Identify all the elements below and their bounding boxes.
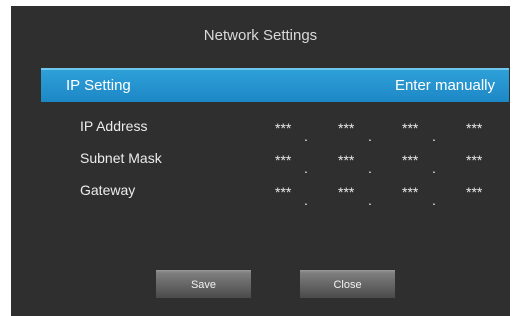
close-button[interactable]: Close bbox=[300, 270, 395, 298]
subnet-mask-octet-2[interactable]: *** bbox=[338, 152, 354, 168]
octet-separator: . bbox=[304, 128, 308, 144]
subnet-mask-row[interactable]: Subnet Mask *** . *** . *** . *** bbox=[11, 147, 510, 176]
ip-address-octet-3[interactable]: *** bbox=[402, 120, 418, 136]
ip-address-label: IP Address bbox=[80, 118, 148, 134]
gateway-label: Gateway bbox=[80, 182, 136, 198]
octet-separator: . bbox=[432, 192, 436, 208]
subnet-mask-octet-1[interactable]: *** bbox=[275, 152, 291, 168]
gateway-octet-1[interactable]: *** bbox=[275, 184, 291, 200]
octet-separator: . bbox=[368, 192, 372, 208]
octet-separator: . bbox=[304, 192, 308, 208]
octet-separator: . bbox=[368, 128, 372, 144]
octet-separator: . bbox=[432, 128, 436, 144]
network-settings-dialog: Network Settings IP Setting Enter manual… bbox=[11, 6, 510, 316]
dialog-title: Network Settings bbox=[203, 27, 318, 44]
octet-separator: . bbox=[304, 160, 308, 176]
octet-separator: . bbox=[432, 160, 436, 176]
ip-setting-value: Enter manually bbox=[394, 77, 495, 94]
ip-address-row[interactable]: IP Address *** . *** . *** . *** bbox=[11, 115, 510, 144]
gateway-octet-3[interactable]: *** bbox=[402, 184, 418, 200]
gateway-octet-2[interactable]: *** bbox=[338, 184, 354, 200]
gateway-octet-4[interactable]: *** bbox=[466, 184, 482, 200]
ip-address-octet-2[interactable]: *** bbox=[338, 120, 354, 136]
ip-address-octet-4[interactable]: *** bbox=[466, 120, 482, 136]
ip-setting-row[interactable]: IP Setting Enter manually bbox=[41, 68, 509, 102]
ip-setting-label: IP Setting bbox=[66, 77, 131, 94]
save-button[interactable]: Save bbox=[156, 270, 251, 298]
subnet-mask-label: Subnet Mask bbox=[80, 150, 162, 166]
ip-address-octet-1[interactable]: *** bbox=[275, 120, 291, 136]
octet-separator: . bbox=[368, 160, 372, 176]
subnet-mask-octet-3[interactable]: *** bbox=[402, 152, 418, 168]
subnet-mask-octet-4[interactable]: *** bbox=[466, 152, 482, 168]
gateway-row[interactable]: Gateway *** . *** . *** . *** bbox=[11, 179, 510, 208]
